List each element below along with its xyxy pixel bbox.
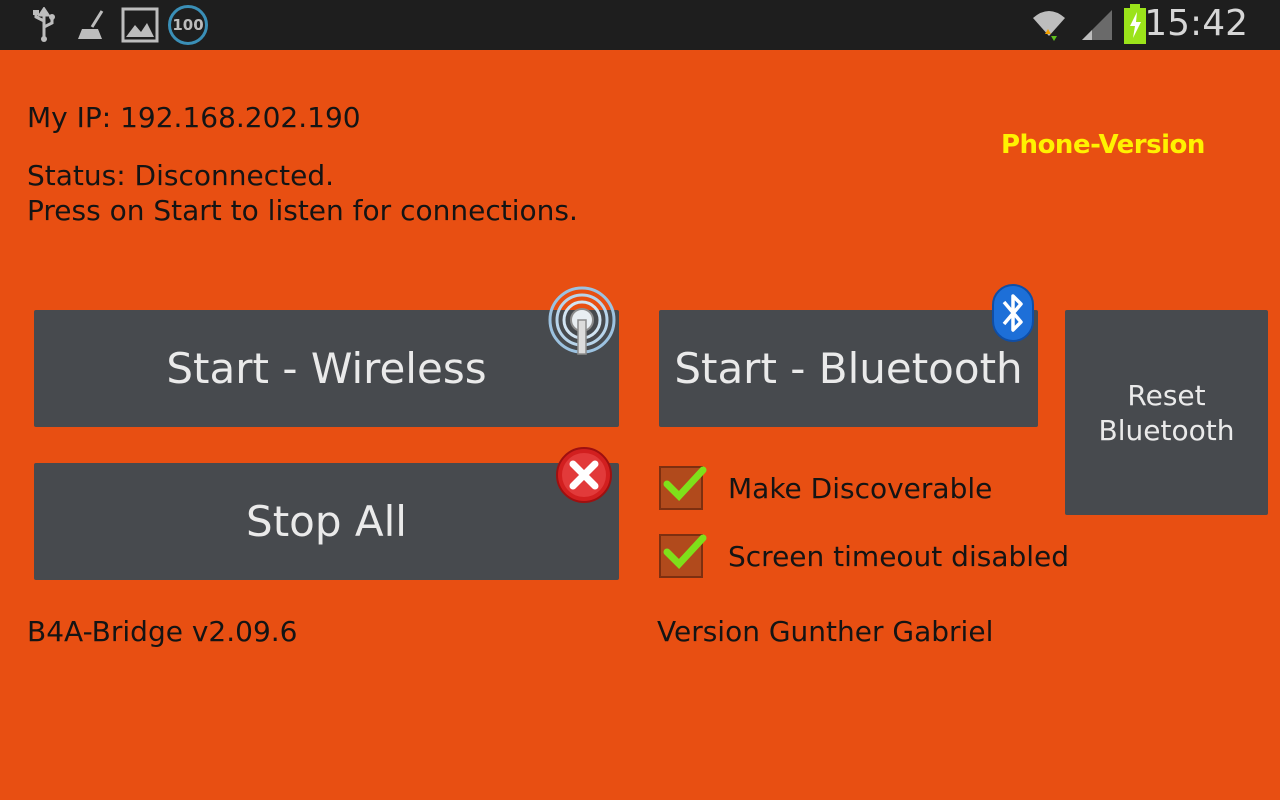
start-wireless-button[interactable]: Start - Wireless — [34, 310, 619, 427]
wifi-icon — [1033, 11, 1065, 41]
start-bluetooth-button[interactable]: Start - Bluetooth — [659, 310, 1038, 427]
usb-icon — [33, 7, 55, 42]
battery-badge-text: 100 — [172, 16, 204, 34]
image-icon — [121, 7, 159, 43]
stop-all-label: Stop All — [246, 497, 407, 546]
make-discoverable-checkbox[interactable] — [659, 466, 707, 510]
close-icon — [556, 447, 612, 503]
status-text: Status: Disconnected. — [27, 159, 335, 192]
author-credit: Version Gunther Gabriel — [657, 615, 994, 648]
signal-icon — [1082, 10, 1112, 40]
stop-all-button[interactable]: Stop All — [34, 463, 619, 580]
reset-bluetooth-label: Reset Bluetooth — [1098, 378, 1235, 447]
cleaner-icon — [78, 10, 104, 39]
start-bluetooth-label: Start - Bluetooth — [674, 344, 1023, 393]
ip-address: My IP: 192.168.202.190 — [27, 101, 361, 134]
status-hint: Press on Start to listen for connections… — [27, 194, 578, 227]
screen-timeout-label[interactable]: Screen timeout disabled — [728, 540, 1069, 573]
battery-100-icon: 100 — [168, 5, 208, 45]
clock: 15:42 — [1144, 3, 1248, 44]
status-bar: 100 15:42 — [0, 0, 1280, 50]
reset-bluetooth-button[interactable]: Reset Bluetooth — [1065, 310, 1268, 515]
checkmark-icon — [663, 534, 707, 570]
app-version: B4A-Bridge v2.09.6 — [27, 615, 298, 648]
make-discoverable-label[interactable]: Make Discoverable — [728, 472, 992, 505]
bluetooth-icon — [992, 284, 1034, 342]
phone-version-label: Phone-Version — [1001, 130, 1205, 160]
start-wireless-label: Start - Wireless — [166, 344, 487, 393]
screen-timeout-checkbox[interactable] — [659, 534, 707, 578]
checkmark-icon — [663, 466, 707, 502]
wireless-antenna-icon — [548, 286, 616, 355]
